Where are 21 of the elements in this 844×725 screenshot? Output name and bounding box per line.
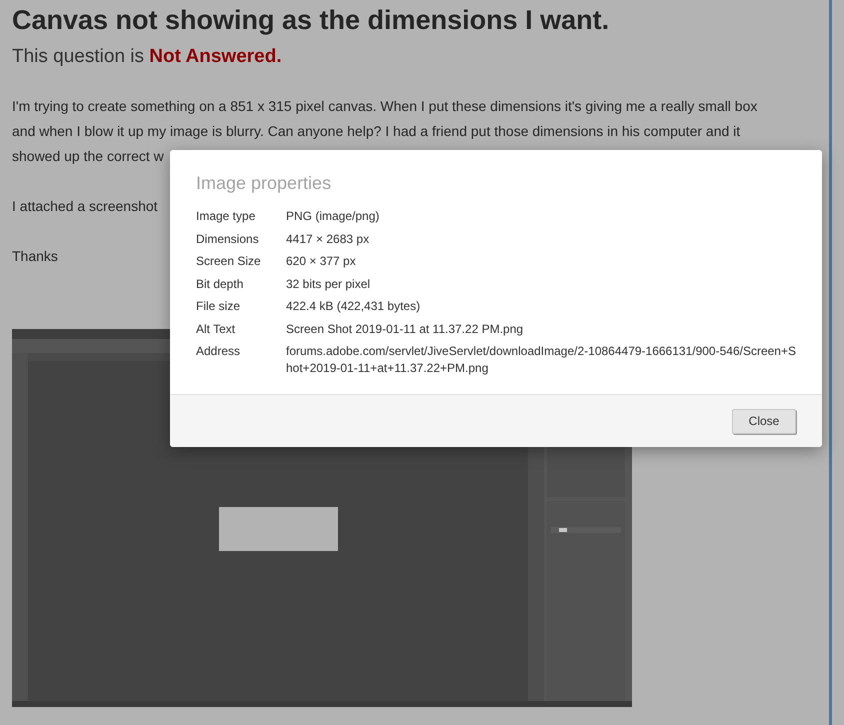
answer-status: This question is Not Answered. bbox=[12, 45, 282, 69]
property-value: forums.adobe.com/servlet/JiveServlet/downloadImage/2-10864479-1666131/900-546/Screen+Shot+2019-01-11+at+11.37.22+PM.png bbox=[286, 343, 796, 376]
property-value: Screen Shot 2019-01-11 at 11.37.22 PM.png bbox=[286, 320, 524, 337]
property-label: File size bbox=[196, 298, 242, 314]
property-value: PNG (image/png) bbox=[286, 208, 380, 224]
property-label: Address bbox=[196, 343, 242, 360]
property-label: Alt Text bbox=[196, 320, 236, 337]
question-body: I'm trying to create something on a 851 x 315 pixel canvas. When I put these dimensions it's giving me a really small box and when I blow it up my image is blurry. Can anyone help? I had a friend put those dimensions in his computer and it showed up the correct w bbox=[12, 97, 758, 166]
question-title: Canvas not showing as the dimensions I want. bbox=[12, 4, 610, 37]
property-label: Image type bbox=[196, 208, 256, 224]
dialog-title: Image properties bbox=[196, 172, 332, 195]
question-body: I attached a screenshot bbox=[12, 197, 158, 216]
property-value: 4417 × 2683 px bbox=[286, 230, 370, 247]
signoff-text: Thanks bbox=[12, 247, 58, 266]
close-button[interactable]: Close bbox=[732, 408, 796, 434]
property-value: 32 bits per pixel bbox=[286, 276, 372, 292]
property-value: 620 × 377 px bbox=[286, 253, 357, 270]
property-label: Dimensions bbox=[196, 230, 260, 247]
property-value: 422.4 kB (422,431 bytes) bbox=[286, 298, 422, 314]
property-label: Screen Size bbox=[196, 253, 262, 270]
property-label: Bit depth bbox=[196, 276, 244, 292]
